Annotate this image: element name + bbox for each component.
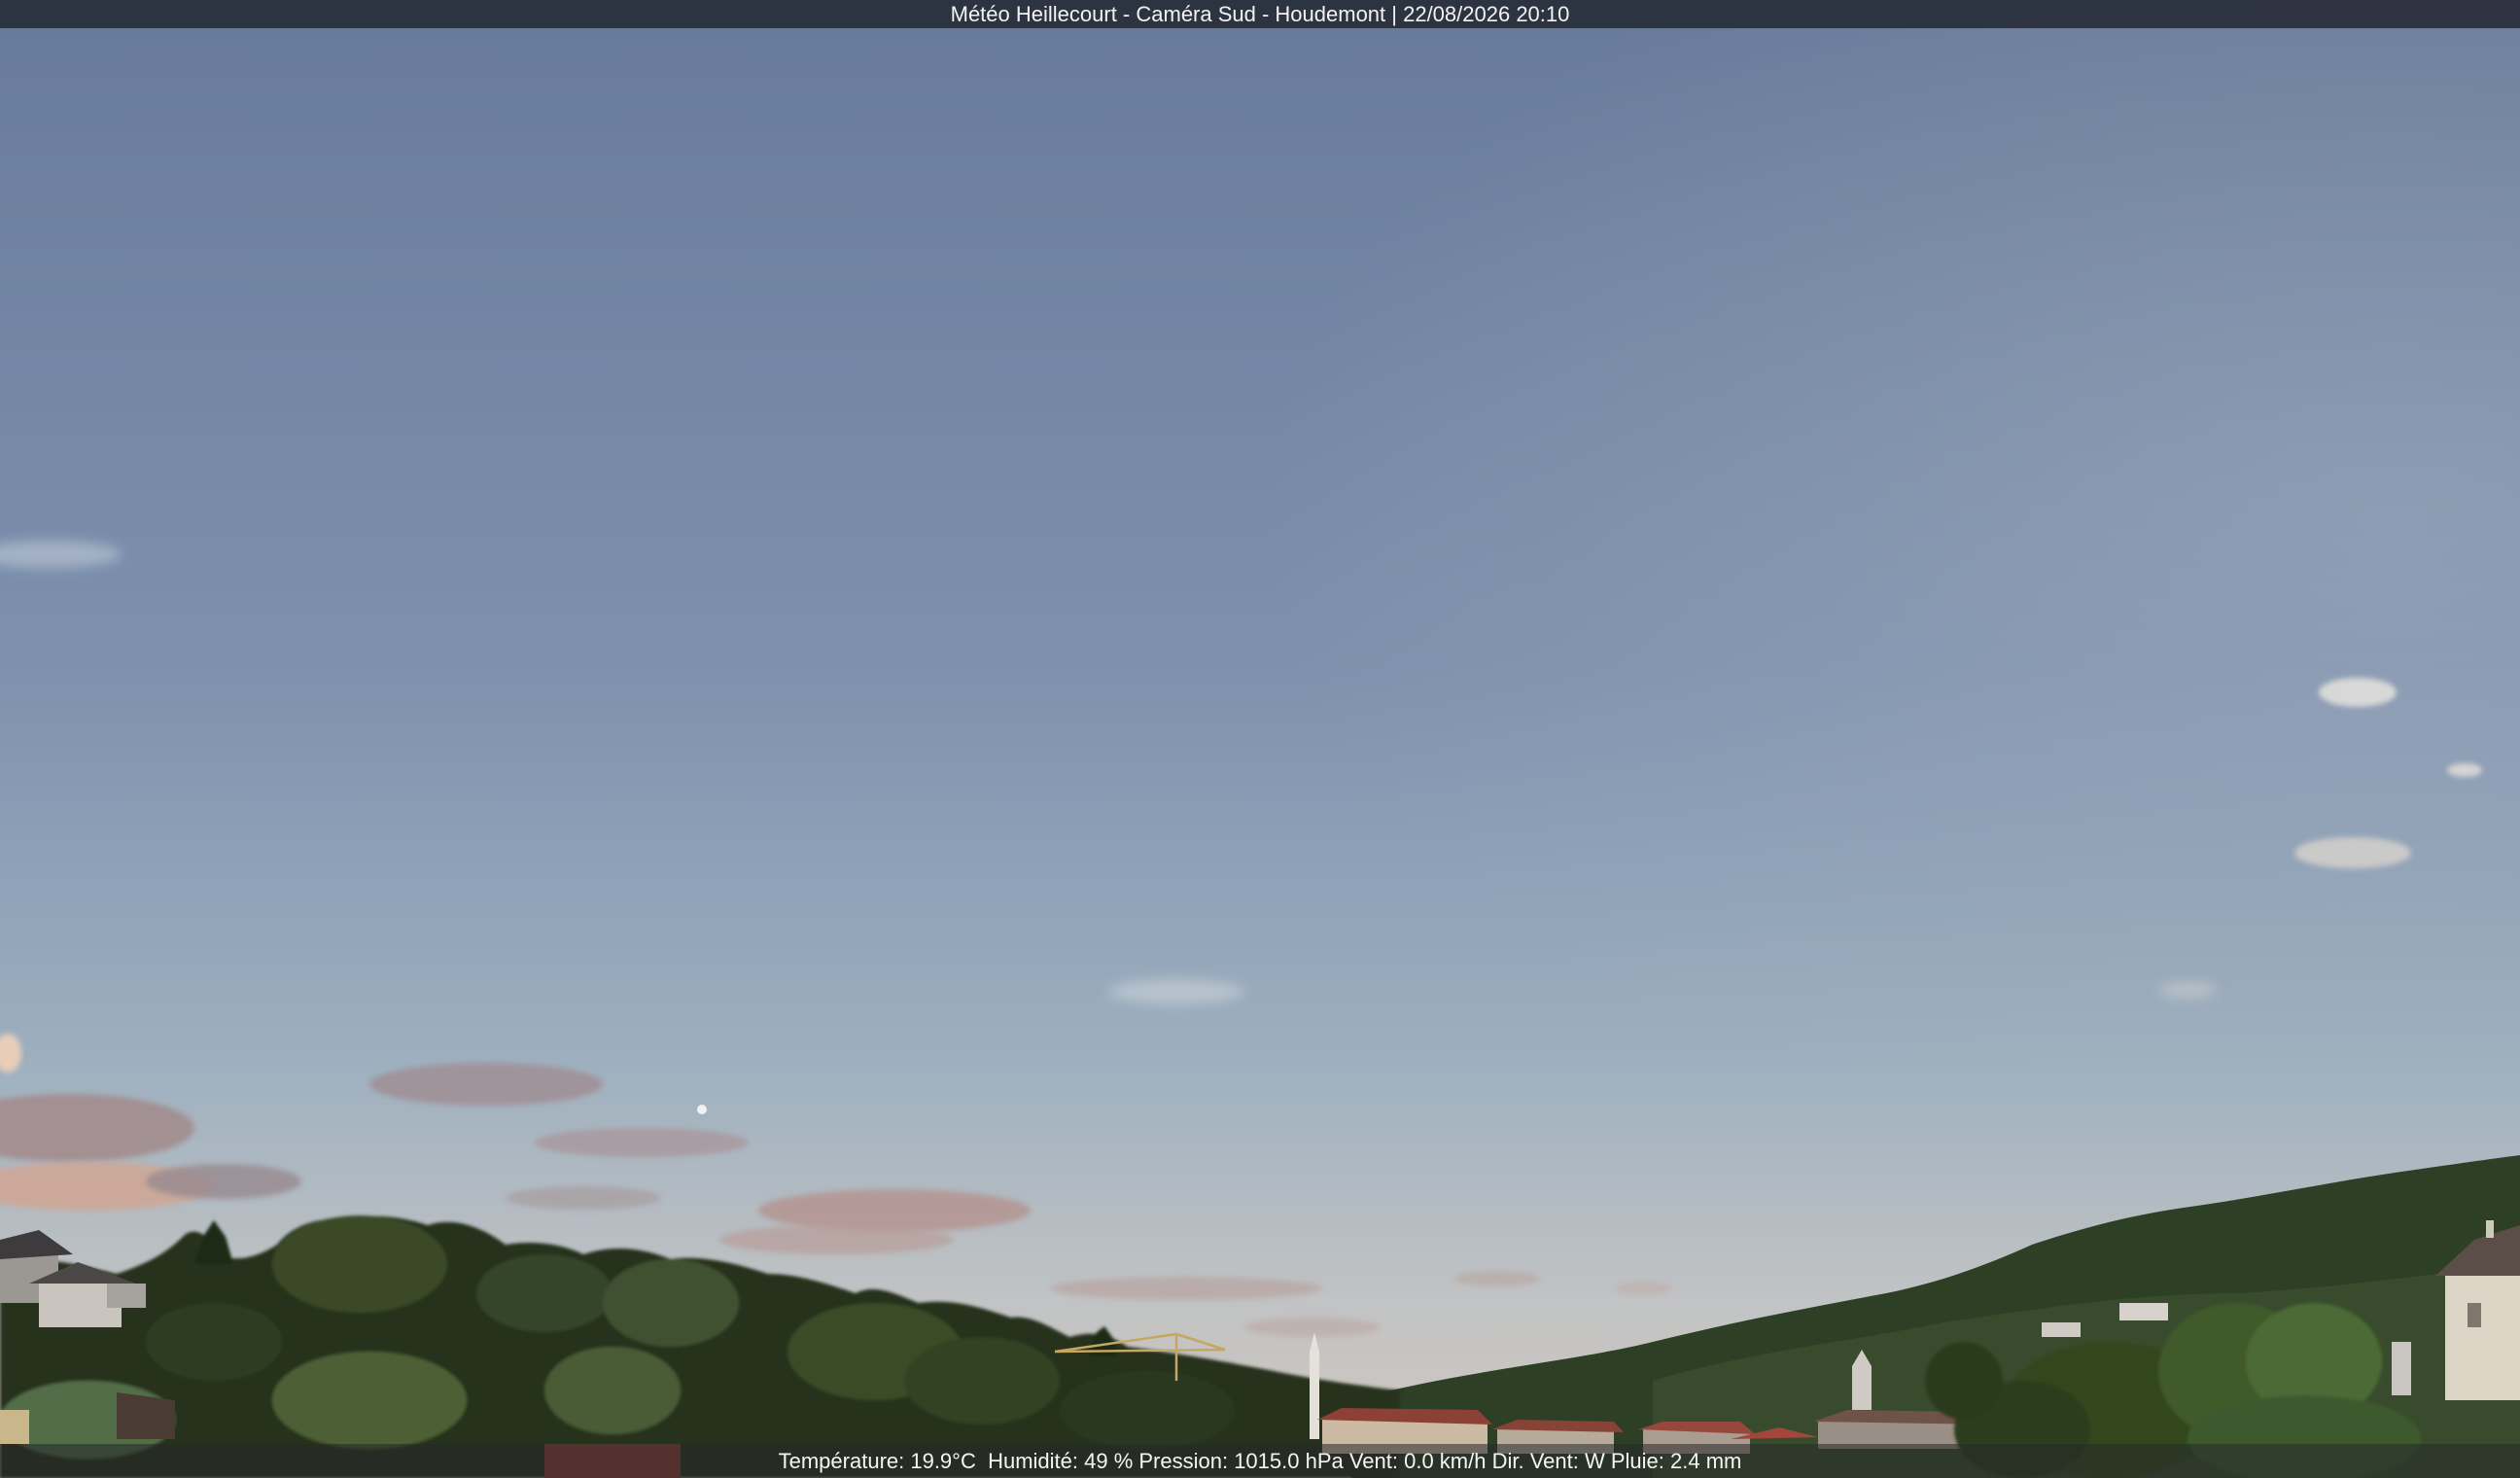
weather-readout-bar: Température: 19.9°C Humidité: 49 % Press…: [0, 1444, 2520, 1478]
camera-title-bar: Météo Heillecourt - Caméra Sud - Houdemo…: [0, 0, 2520, 28]
webcam-frame: Météo Heillecourt - Caméra Sud - Houdemo…: [0, 0, 2520, 1478]
moon: [697, 1105, 707, 1114]
webcam-image: [0, 0, 2520, 1478]
